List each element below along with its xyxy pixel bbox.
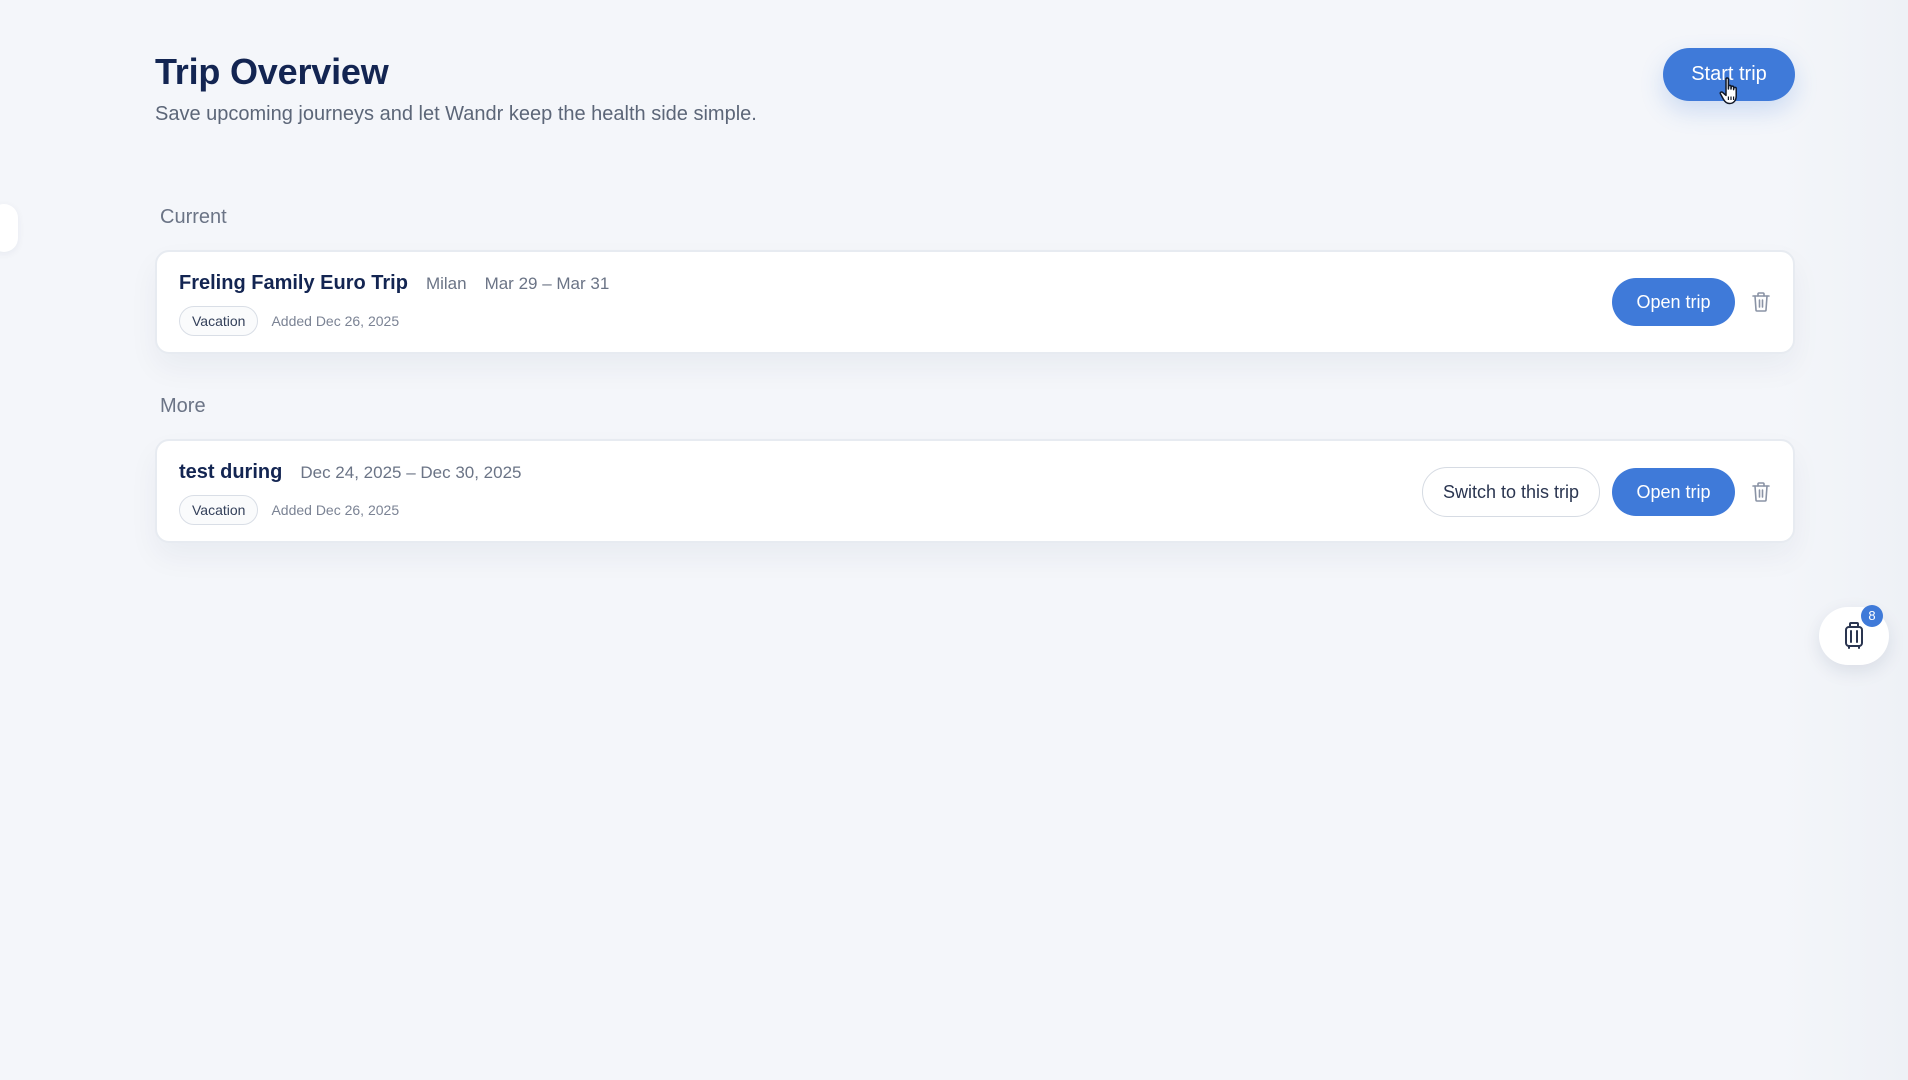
section-label-more: More — [160, 395, 206, 417]
section-label-current: Current — [160, 206, 227, 228]
trip-dates: Dec 24, 2025 – Dec 30, 2025 — [300, 463, 522, 482]
page-title: Trip Overview — [155, 51, 389, 92]
open-trip-button[interactable]: Open trip — [1612, 468, 1735, 516]
luggage-count-badge: 8 — [1861, 605, 1883, 627]
start-trip-button[interactable]: Start trip — [1663, 48, 1795, 101]
trip-location: Milan — [425, 274, 467, 293]
trip-actions: Open trip — [1612, 278, 1775, 326]
trip-tag: Vacation — [179, 306, 259, 336]
side-edge-tab[interactable] — [0, 204, 18, 252]
trip-actions: Switch to this trip Open trip — [1422, 467, 1775, 517]
trip-header: test during Dec 24, 2025 – Dec 30, 2025 — [179, 461, 522, 484]
page-header: Trip Overview Save upcoming journeys and… — [155, 50, 757, 127]
open-trip-button[interactable]: Open trip — [1612, 278, 1735, 326]
trip-header: Freling Family Euro Trip Milan Mar 29 – … — [179, 272, 609, 295]
page-subtitle: Save upcoming journeys and let Wandr kee… — [155, 103, 757, 125]
trash-icon[interactable] — [1747, 476, 1775, 508]
trip-name: Freling Family Euro Trip — [179, 272, 408, 294]
trip-card-current: Freling Family Euro Trip Milan Mar 29 – … — [155, 250, 1795, 354]
trip-added-date: Added Dec 26, 2025 — [271, 313, 400, 329]
trip-details: Vacation Added Dec 26, 2025 — [179, 495, 399, 525]
luggage-icon — [1845, 622, 1863, 649]
trip-tag: Vacation — [179, 495, 259, 525]
trip-overview-page: Trip Overview Save upcoming journeys and… — [0, 0, 1908, 1080]
trash-icon[interactable] — [1747, 286, 1775, 318]
luggage-floating-button[interactable]: 8 — [1819, 605, 1889, 665]
trip-name: test during — [179, 461, 283, 483]
switch-trip-button[interactable]: Switch to this trip — [1422, 467, 1600, 517]
trip-dates: Mar 29 – Mar 31 — [484, 274, 610, 293]
trip-added-date: Added Dec 26, 2025 — [271, 502, 400, 518]
trip-details: Vacation Added Dec 26, 2025 — [179, 306, 399, 336]
trip-card-more: test during Dec 24, 2025 – Dec 30, 2025 … — [155, 439, 1795, 543]
